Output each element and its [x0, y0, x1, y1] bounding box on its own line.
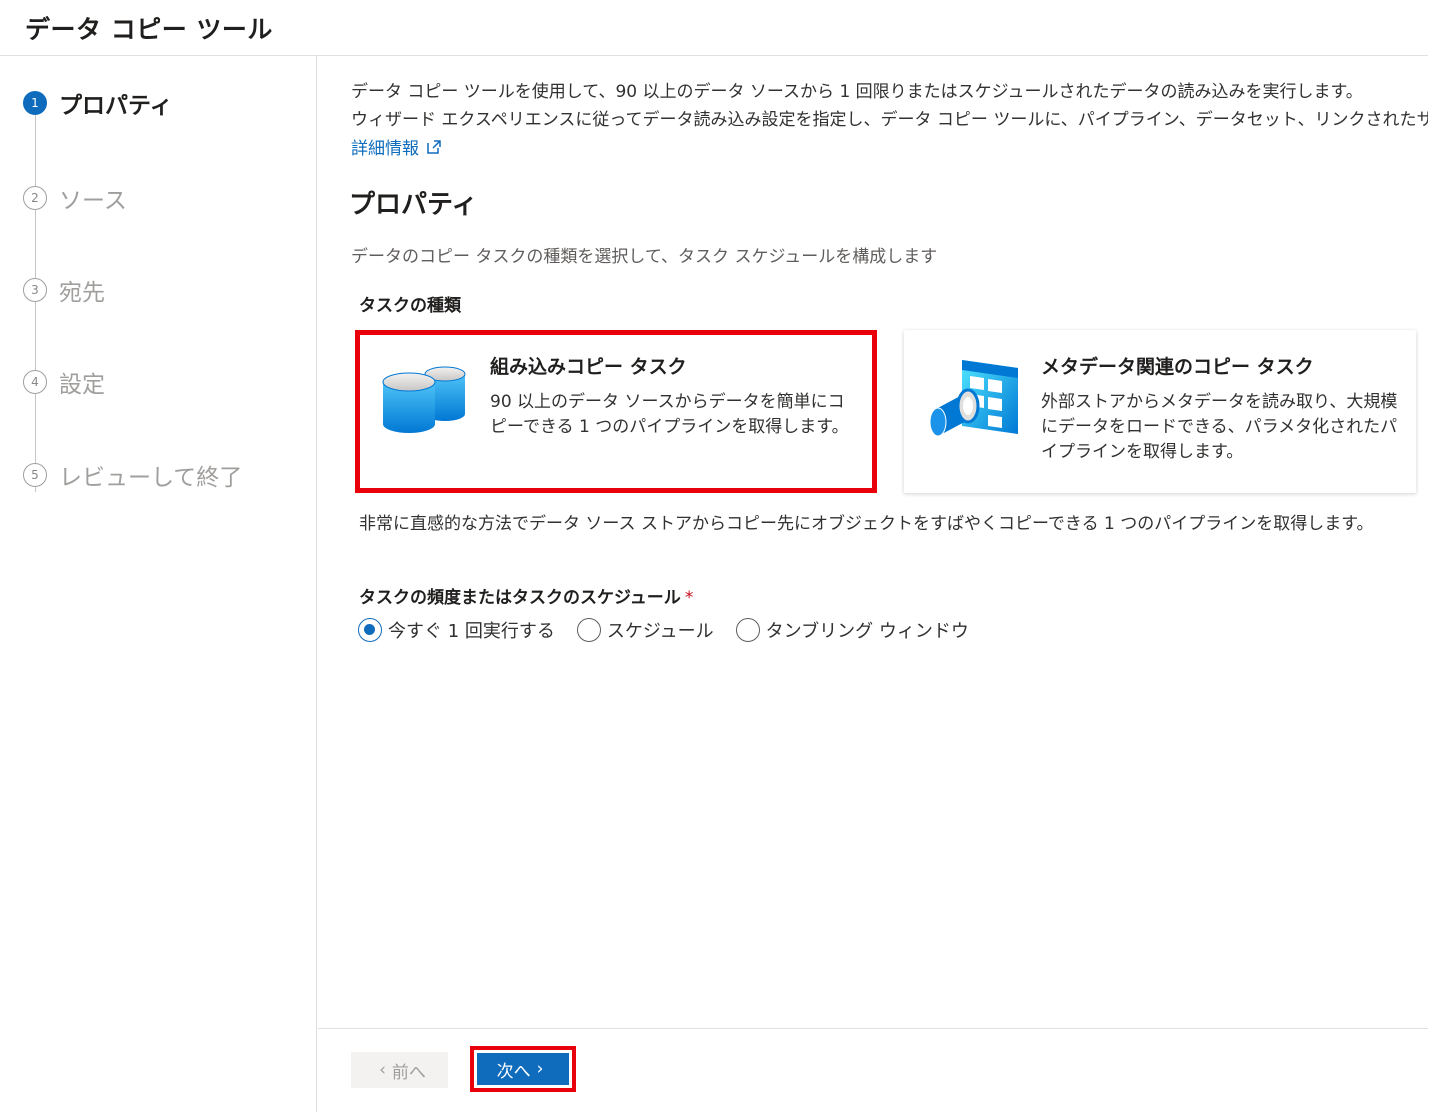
card-title: メタデータ関連のコピー タスク	[1041, 356, 1314, 378]
intro-text: データ コピー ツールを使用して、90 以上のデータ ソースから 1 回限りまた…	[351, 78, 1428, 134]
card-description: 外部ストアからメタデータを読み取り、大規模にデータをロードできる、パラメタ化され…	[1041, 392, 1398, 462]
required-marker: *	[684, 588, 694, 608]
step-number: 5	[23, 463, 47, 487]
previous-label: 前へ	[391, 1062, 426, 1083]
intro-line-2: ウィザード エクスペリエンスに従ってデータ読み込み設定を指定し、データ コピー …	[351, 110, 1428, 130]
radio-circle	[358, 618, 382, 642]
section-title: プロパティ	[349, 190, 478, 220]
step-number: 3	[23, 278, 47, 302]
wizard-step-settings[interactable]: 4 設定	[23, 367, 105, 398]
learn-more-label: 詳細情報	[351, 139, 419, 159]
next-button[interactable]: 次へ ›	[477, 1053, 569, 1085]
step-number: 1	[23, 91, 47, 115]
metadata-pipeline-icon	[929, 360, 1018, 437]
next-button-highlight: 次へ ›	[470, 1046, 576, 1092]
schedule-radio-group: 今すぐ 1 回実行する スケジュール タンブリング ウィンドウ	[358, 617, 991, 643]
card-description: 90 以上のデータ ソースからデータを簡単にコピーできる 1 つのパイプラインを…	[490, 392, 849, 437]
radio-label: タンブリング ウィンドウ	[765, 621, 969, 642]
intro-line-1: データ コピー ツールを使用して、90 以上のデータ ソースから 1 回限りまた…	[351, 82, 1363, 102]
learn-more-link[interactable]: 詳細情報	[351, 134, 443, 159]
copy-data-tool-page: データ コピー ツール 1 プロパティ 2 ソース 3 宛先 4 設定 5 レビ…	[0, 0, 1447, 1112]
radio-label: 今すぐ 1 回実行する	[388, 621, 555, 642]
builtin-copy-task-card[interactable]: 組み込みコピー タスク 90 以上のデータ ソースからデータを簡単にコピーできる…	[355, 330, 877, 493]
wizard-step-review[interactable]: 5 レビューして終了	[23, 460, 243, 491]
page-title: データ コピー ツール	[25, 15, 273, 44]
next-label: 次へ	[496, 1061, 531, 1082]
task-type-note: 非常に直感的な方法でデータ ソース ストアからコピー先にオブジェクトをすばやくコ…	[359, 514, 1374, 534]
radio-tumbling-window[interactable]: タンブリング ウィンドウ	[735, 617, 969, 643]
chevron-right-icon: ›	[536, 1059, 544, 1079]
wizard-step-destination[interactable]: 3 宛先	[23, 275, 105, 306]
chevron-left-icon: ‹	[379, 1060, 386, 1080]
section-description: データのコピー タスクの種類を選択して、タスク スケジュールを構成します	[351, 247, 938, 267]
header: データ コピー ツール	[0, 0, 1428, 56]
schedule-label: タスクの頻度またはタスクのスケジュール	[359, 588, 681, 608]
task-type-label: タスクの種類	[359, 296, 461, 316]
radio-schedule[interactable]: スケジュール	[576, 617, 714, 643]
wizard-step-properties[interactable]: 1 プロパティ	[23, 88, 173, 119]
previous-button[interactable]: ‹ 前へ	[351, 1052, 448, 1088]
radio-run-once-now[interactable]: 今すぐ 1 回実行する	[358, 617, 555, 643]
step-number: 4	[23, 370, 47, 394]
step-label: ソース	[59, 188, 127, 214]
radio-circle	[576, 618, 601, 642]
radio-circle	[735, 618, 760, 642]
step-label: 宛先	[59, 280, 105, 306]
step-label: レビューして終了	[59, 465, 243, 491]
schedule-label-row: タスクの頻度またはタスクのスケジュール *	[359, 583, 693, 608]
card-title: 組み込みコピー タスク	[490, 356, 687, 378]
radio-label: スケジュール	[606, 621, 714, 642]
wizard-step-source[interactable]: 2 ソース	[23, 183, 127, 214]
step-label: プロパティ	[59, 93, 173, 119]
step-number: 2	[23, 186, 47, 210]
metadata-copy-task-card[interactable]: メタデータ関連のコピー タスク 外部ストアからメタデータを読み取り、大規模にデー…	[904, 330, 1416, 493]
external-link-icon	[427, 139, 441, 154]
footer: ‹ 前へ 次へ ›	[318, 1028, 1428, 1112]
step-label: 設定	[59, 372, 105, 398]
wizard-steps: 1 プロパティ 2 ソース 3 宛先 4 設定 5 レビューして終了	[0, 56, 317, 1112]
database-icon	[382, 366, 466, 433]
main-content: データ コピー ツールを使用して、90 以上のデータ ソースから 1 回限りまた…	[318, 56, 1428, 1028]
